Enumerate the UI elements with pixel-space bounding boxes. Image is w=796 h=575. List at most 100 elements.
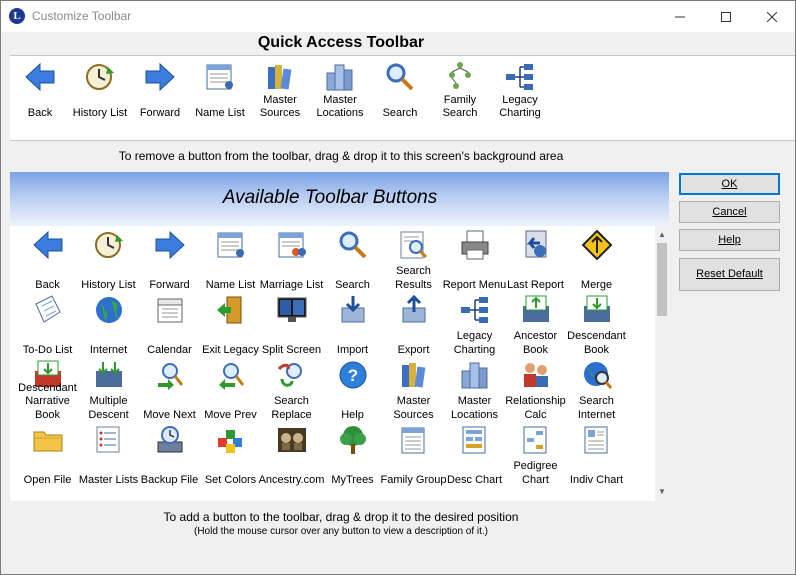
- available-button-17[interactable]: Legacy Charting: [444, 291, 505, 357]
- available-button-20[interactable]: Descendant Narrative Book: [17, 356, 78, 422]
- available-button-27[interactable]: Master Locations: [444, 356, 505, 422]
- ok-button[interactable]: OK: [679, 173, 780, 195]
- descendant-book-icon: [584, 295, 610, 322]
- available-button-34[interactable]: Ancestry.com: [259, 421, 324, 487]
- available-button-3[interactable]: Name List: [200, 226, 261, 292]
- available-button-11[interactable]: Internet: [78, 291, 139, 357]
- available-button-8[interactable]: Last Report: [505, 226, 566, 292]
- available-button-21[interactable]: Multiple Descent: [78, 356, 139, 422]
- scroll-down-arrow[interactable]: ▼: [655, 485, 669, 499]
- indiv-chart-icon: [584, 426, 608, 454]
- available-button-39[interactable]: Indiv Chart: [566, 421, 627, 487]
- available-button-35[interactable]: MyTrees: [322, 421, 383, 487]
- maximize-button[interactable]: [703, 1, 749, 32]
- available-button-36[interactable]: Family Group: [380, 421, 447, 487]
- legacy-app-icon: L: [9, 8, 25, 24]
- available-button-22[interactable]: Move Next: [139, 356, 200, 422]
- available-button-14[interactable]: Split Screen: [261, 291, 322, 357]
- calendar-icon: [157, 298, 183, 323]
- available-button-30[interactable]: Open File: [17, 421, 78, 487]
- available-button-45[interactable]: [322, 486, 383, 501]
- qat-button-label: Legacy Charting: [499, 94, 541, 119]
- available-button-15[interactable]: Import: [322, 291, 383, 357]
- qat-button-6[interactable]: Search: [370, 56, 430, 140]
- vertical-scrollbar[interactable]: ▲ ▼: [655, 226, 669, 501]
- available-button-31[interactable]: Master Lists: [78, 421, 139, 487]
- available-button-43[interactable]: [200, 486, 261, 501]
- available-button-40[interactable]: [17, 486, 78, 501]
- qat-button-3[interactable]: Name List: [190, 56, 250, 140]
- available-button-5[interactable]: Search: [322, 226, 383, 292]
- merge-sign-icon: [581, 229, 613, 261]
- reset-default-button[interactable]: Reset Default: [679, 258, 780, 291]
- qat-button-4[interactable]: Master Sources: [250, 56, 310, 140]
- available-button-9[interactable]: Merge: [566, 226, 627, 292]
- available-button-48[interactable]: [505, 486, 566, 501]
- available-button-33[interactable]: Set Colors: [200, 421, 261, 487]
- buildings-icon: [461, 362, 488, 389]
- available-button-0[interactable]: Back: [17, 226, 78, 292]
- move-prev-icon: [219, 363, 245, 390]
- available-button-23[interactable]: Move Prev: [200, 356, 261, 422]
- available-header: Available Toolbar Buttons: [10, 172, 669, 226]
- available-button-13[interactable]: Exit Legacy: [200, 291, 261, 357]
- history-clock-icon: [86, 64, 114, 90]
- qat-button-7[interactable]: Family Search: [430, 56, 490, 140]
- qat-button-0[interactable]: Back: [10, 56, 70, 140]
- close-button[interactable]: [749, 1, 795, 32]
- minimize-button[interactable]: [657, 1, 703, 32]
- qat-button-1[interactable]: History List: [70, 56, 130, 140]
- available-button-37[interactable]: Desc Chart: [444, 421, 505, 487]
- search-replace-icon: [277, 363, 302, 387]
- available-button-41[interactable]: [78, 486, 139, 501]
- forward-arrow-icon: [145, 62, 175, 92]
- help-button[interactable]: Help: [679, 229, 780, 251]
- available-button-6[interactable]: Search Results: [383, 226, 444, 292]
- available-button-16[interactable]: Export: [383, 291, 444, 357]
- available-button-32[interactable]: Backup File: [139, 421, 200, 487]
- back-arrow-icon: [25, 62, 55, 92]
- available-button-29[interactable]: Search Internet: [566, 356, 627, 422]
- scroll-thumb[interactable]: [657, 243, 667, 316]
- split-screen-icon: [277, 297, 307, 322]
- multiple-descent-icon: [96, 362, 122, 387]
- qat-button-2[interactable]: Forward: [130, 56, 190, 140]
- partial-icon: [337, 489, 369, 501]
- svg-text:?: ?: [348, 366, 358, 385]
- available-button-25[interactable]: ? Help: [322, 356, 383, 422]
- available-button-26[interactable]: Master Sources: [383, 356, 444, 422]
- folder-icon: [33, 431, 63, 452]
- qat-button-label: Forward: [139, 107, 181, 119]
- available-button-47[interactable]: [444, 486, 505, 501]
- search-internet-icon: [584, 362, 613, 389]
- move-next-icon: [158, 363, 184, 390]
- available-button-46[interactable]: [383, 486, 444, 501]
- available-button-4[interactable]: Marriage List: [260, 226, 323, 292]
- scroll-up-arrow[interactable]: ▲: [655, 228, 669, 242]
- available-button-label: Merge: [580, 278, 613, 291]
- available-button-1[interactable]: History List: [78, 226, 139, 292]
- available-button-44[interactable]: [261, 486, 322, 501]
- name-list-icon: [217, 232, 244, 258]
- available-button-12[interactable]: Calendar: [139, 291, 200, 357]
- qat-button-8[interactable]: Legacy Charting: [490, 56, 550, 140]
- available-button-38[interactable]: Pedigree Chart: [505, 421, 566, 487]
- buildings-icon: [326, 64, 353, 91]
- available-button-19[interactable]: Descendant Book: [566, 291, 627, 357]
- available-button-24[interactable]: Search Replace: [261, 356, 322, 422]
- partial-icon: [520, 489, 552, 501]
- available-button-49[interactable]: [566, 486, 627, 501]
- quick-access-toolbar[interactable]: Back History List Forward Name List Master S…: [10, 55, 795, 141]
- available-button-label: Indiv Chart: [569, 473, 624, 486]
- qat-button-label: Family Search: [442, 94, 478, 119]
- qat-button-5[interactable]: Master Locations: [310, 56, 370, 140]
- available-button-28[interactable]: Relationship Calc: [505, 356, 566, 422]
- available-button-7[interactable]: Report Menu: [443, 226, 506, 292]
- available-button-18[interactable]: Ancestor Book: [505, 291, 566, 357]
- tree-chart-icon: [449, 62, 471, 89]
- cancel-button[interactable]: Cancel: [679, 201, 780, 223]
- available-button-42[interactable]: [139, 486, 200, 501]
- available-button-10[interactable]: To-Do List: [17, 291, 78, 357]
- available-buttons-grid[interactable]: Back History List Forward Name List Marriage…: [10, 226, 655, 501]
- available-button-2[interactable]: Forward: [139, 226, 200, 292]
